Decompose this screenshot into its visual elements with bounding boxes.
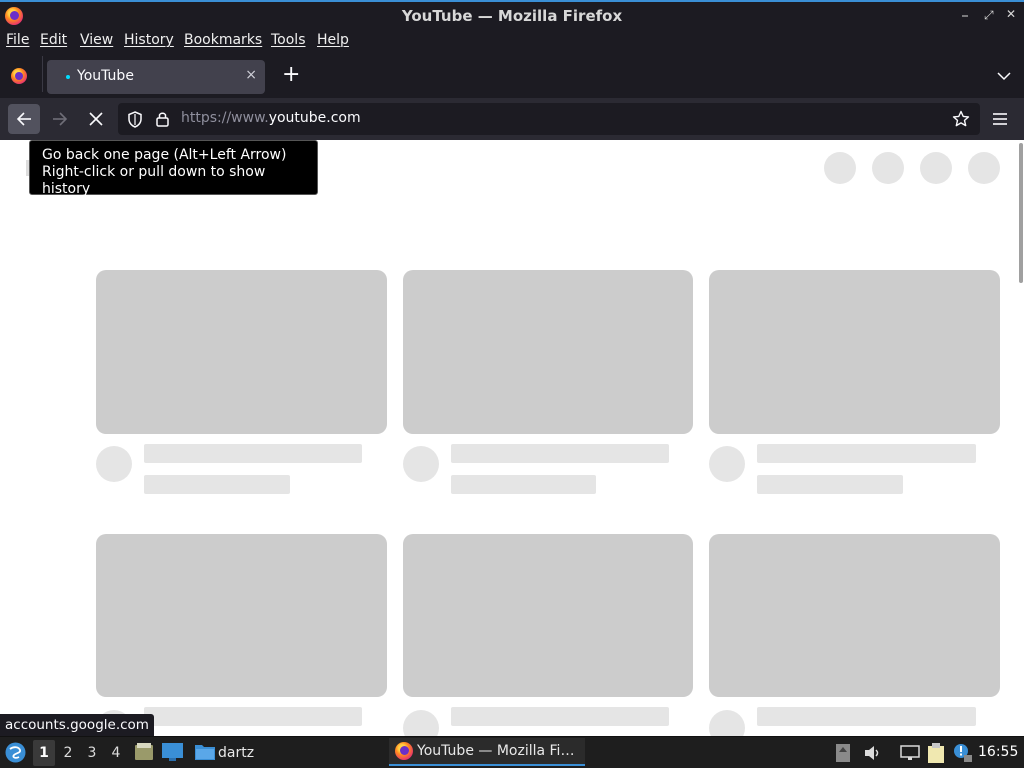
list-all-tabs-icon[interactable]: [997, 72, 1011, 81]
maximize-icon[interactable]: ⤢: [984, 8, 994, 23]
menu-tools[interactable]: Tools: [271, 32, 306, 48]
url-text[interactable]: https://www.youtube.com: [181, 110, 361, 126]
video-title-skeleton: [144, 444, 362, 463]
stop-loading-button[interactable]: [89, 112, 103, 126]
network-icon[interactable]: [900, 745, 920, 761]
new-tab-button[interactable]: +: [282, 62, 300, 87]
video-thumbnail-skeleton: [96, 534, 387, 697]
video-meta-skeleton: [451, 475, 596, 494]
tab-label: YouTube: [77, 68, 134, 84]
workspace-2[interactable]: 2: [59, 745, 77, 761]
back-button[interactable]: [8, 104, 40, 134]
menu-edit[interactable]: Edit: [40, 32, 67, 48]
volume-icon[interactable]: [864, 745, 882, 761]
video-thumbnail-skeleton: [403, 270, 693, 434]
tab-close-button[interactable]: ×: [245, 67, 257, 83]
video-title-skeleton: [757, 444, 976, 463]
file-manager-icon[interactable]: [134, 742, 154, 762]
video-title-skeleton: [757, 707, 976, 726]
url-scheme: https://www.: [181, 110, 269, 126]
start-menu-icon[interactable]: [5, 742, 26, 763]
tooltip-line-1: Go back one page (Alt+Left Arrow): [42, 147, 287, 163]
menu-bookmarks[interactable]: Bookmarks: [184, 32, 262, 48]
hamburger-menu-icon[interactable]: [992, 112, 1008, 126]
tab-divider: [42, 56, 43, 92]
video-meta-skeleton: [144, 475, 290, 494]
video-thumbnail-skeleton: [709, 534, 1000, 697]
clock[interactable]: 16:55: [978, 744, 1018, 760]
channel-avatar-skeleton: [403, 446, 439, 482]
tooltip-line-2: Right-click or pull down to show history: [42, 164, 266, 197]
lock-icon[interactable]: [156, 111, 169, 127]
channel-avatar-skeleton: [403, 710, 439, 736]
header-button-skeleton: [872, 152, 904, 184]
channel-avatar-skeleton: [96, 446, 132, 482]
channel-avatar-skeleton: [709, 710, 745, 736]
url-host: youtube.com: [268, 110, 361, 126]
system-tray-storage-icon[interactable]: [836, 744, 850, 762]
workspace-1[interactable]: 1: [35, 745, 53, 761]
desktop-icon[interactable]: [162, 743, 183, 761]
page-content: [0, 140, 1024, 736]
window-titlebar: YouTube — Mozilla Firefox ⎯ ⤢ ✕: [0, 0, 1024, 30]
status-panel: accounts.google.com: [0, 714, 154, 736]
video-thumbnail-skeleton: [96, 270, 387, 434]
loading-dot-icon: [66, 75, 70, 79]
menu-file[interactable]: File: [6, 32, 29, 48]
notification-icon[interactable]: [952, 743, 972, 763]
folder-launcher-label[interactable]: dartz: [218, 745, 254, 761]
header-button-skeleton: [920, 152, 952, 184]
menu-history[interactable]: History: [124, 32, 174, 48]
minimize-icon[interactable]: ⎯: [962, 8, 968, 23]
video-meta-skeleton: [757, 475, 903, 494]
clipboard-icon[interactable]: [927, 743, 945, 763]
channel-avatar-skeleton: [709, 446, 745, 482]
window-title: YouTube — Mozilla Firefox: [401, 7, 623, 25]
taskbar-window-label: YouTube — Mozilla Fi…: [417, 743, 575, 759]
menu-help[interactable]: Help: [317, 32, 349, 48]
back-button-tooltip: Go back one page (Alt+Left Arrow) Right-…: [29, 140, 318, 197]
bookmark-star-icon[interactable]: [952, 110, 970, 128]
video-thumbnail-skeleton: [403, 534, 693, 697]
video-title-skeleton: [451, 707, 669, 726]
video-thumbnail-skeleton: [709, 270, 1000, 434]
header-button-skeleton: [968, 152, 1000, 184]
firefox-taskbar-icon: [395, 742, 413, 760]
workspace-4[interactable]: 4: [107, 745, 125, 761]
page-scrollbar-thumb[interactable]: [1019, 143, 1023, 283]
video-title-skeleton: [144, 707, 362, 726]
menu-bar: File Edit View History Bookmarks Tools H…: [0, 30, 1024, 52]
menu-view[interactable]: View: [80, 32, 113, 48]
tracking-protection-shield-icon[interactable]: [127, 111, 143, 128]
video-title-skeleton: [451, 444, 669, 463]
firefox-view-icon[interactable]: [11, 68, 27, 84]
folder-icon[interactable]: [195, 743, 215, 760]
forward-button[interactable]: [52, 111, 68, 127]
header-button-skeleton: [824, 152, 856, 184]
url-bar[interactable]: https://www.youtube.com: [118, 103, 980, 135]
close-window-icon[interactable]: ✕: [1006, 7, 1016, 21]
taskbar-firefox-window[interactable]: YouTube — Mozilla Fi…: [389, 738, 585, 766]
arrow-left-icon: [16, 112, 31, 126]
tab-youtube[interactable]: YouTube ×: [47, 60, 265, 94]
workspace-3[interactable]: 3: [83, 745, 101, 761]
